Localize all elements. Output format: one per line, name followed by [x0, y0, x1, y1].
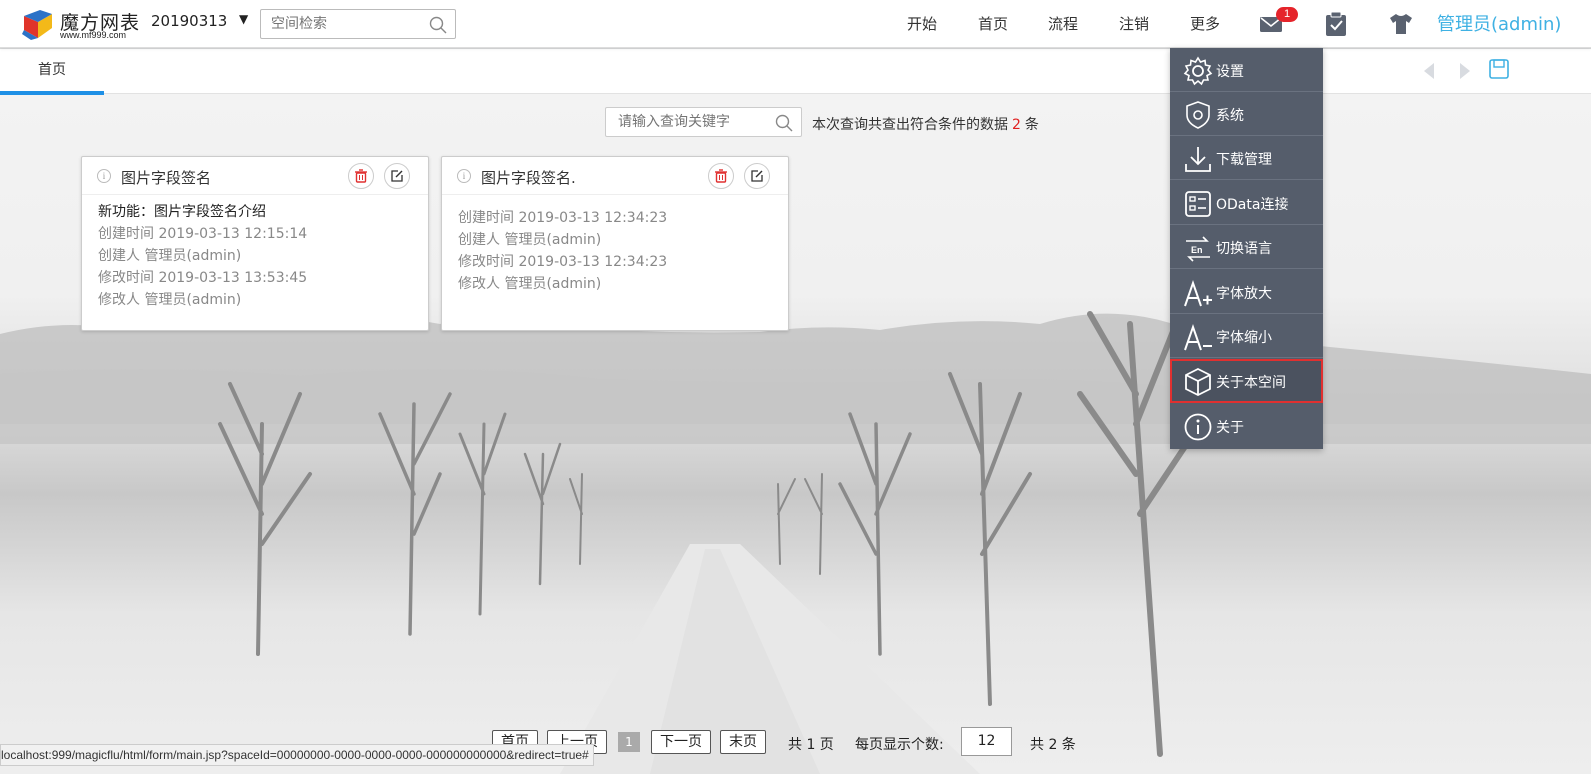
delete-button[interactable] — [348, 163, 374, 189]
clipboard-check-icon[interactable] — [1323, 11, 1349, 37]
user-menu[interactable]: 管理员(admin) — [1437, 10, 1561, 36]
menu-label-font-smaller: 字体缩小 — [1216, 330, 1272, 346]
per-page-label: 每页显示个数: — [855, 737, 944, 753]
info-icon[interactable]: i — [457, 169, 471, 183]
svg-text:En: En — [1191, 245, 1203, 255]
edit-button[interactable] — [384, 163, 410, 189]
save-icon[interactable] — [1489, 59, 1509, 79]
menu-label-about: 关于 — [1216, 420, 1244, 436]
tab-home[interactable]: 首页 — [0, 49, 104, 95]
card-body: 新功能：图片字段签名介绍 创建时间 2019-03-13 12:15:14 创建… — [98, 201, 307, 311]
top-header: 魔方网表 www.mf999.com 20190313 ▼ 开始 首页 流程 注… — [0, 0, 1591, 48]
menu-item-about-space[interactable]: 关于本空间 — [1170, 359, 1323, 403]
edit-button[interactable] — [744, 163, 770, 189]
menu-item-language[interactable]: En 切换语言 — [1170, 225, 1323, 269]
skin-tshirt-icon[interactable] — [1388, 11, 1414, 37]
font-decrease-icon — [1184, 323, 1212, 351]
menu-label-about-space: 关于本空间 — [1216, 375, 1286, 391]
total-items: 共 2 条 — [1030, 737, 1076, 753]
nav-start[interactable]: 开始 — [907, 13, 937, 34]
nav-logout[interactable]: 注销 — [1119, 13, 1149, 34]
tab-prev-icon[interactable] — [1420, 61, 1440, 81]
card-created-time: 创建时间 2019-03-13 12:34:23 — [458, 210, 668, 226]
menu-item-odata[interactable]: OData连接 — [1170, 181, 1323, 225]
query-input[interactable] — [606, 108, 766, 136]
card-modifier: 修改人 管理员(admin) — [98, 292, 242, 308]
brand-url: www.mf999.com — [60, 30, 127, 40]
menu-item-about[interactable]: 关于 — [1170, 404, 1323, 448]
cube-icon — [1185, 367, 1211, 397]
menu-item-settings[interactable]: 设置 — [1170, 48, 1323, 92]
form-card[interactable]: i 图片字段签名 新功能：图片字段签名介绍 创建时间 2019-03-13 12… — [81, 156, 429, 331]
menu-item-font-larger[interactable]: 字体放大 — [1170, 270, 1323, 314]
per-page-input[interactable]: 12 — [961, 727, 1012, 756]
nav-workflow[interactable]: 流程 — [1048, 13, 1078, 34]
card-modified-time: 修改时间 2019-03-13 13:53:45 — [98, 270, 308, 286]
info-icon[interactable]: i — [97, 169, 111, 183]
browser-status-url: localhost:999/magicflu/html/form/main.js… — [0, 744, 594, 766]
card-creator: 创建人 管理员(admin) — [98, 248, 242, 264]
card-modifier: 修改人 管理员(admin) — [458, 276, 602, 292]
query-result-text: 本次查询共查出符合条件的数据 2 条 — [812, 114, 1039, 134]
trash-icon — [355, 169, 367, 183]
current-page[interactable]: 1 — [618, 732, 640, 752]
space-selector[interactable]: 20190313 ▼ — [151, 12, 251, 34]
menu-label-downloads: 下载管理 — [1216, 152, 1272, 168]
menu-label-font-larger: 字体放大 — [1216, 286, 1272, 302]
font-increase-icon — [1184, 279, 1212, 307]
card-title[interactable]: 图片字段签名 — [121, 167, 211, 188]
language-switch-icon: En — [1186, 236, 1210, 262]
trash-icon — [715, 169, 727, 183]
menu-item-downloads[interactable]: 下载管理 — [1170, 136, 1323, 180]
chevron-down-icon: ▼ — [239, 12, 249, 26]
last-page-button[interactable]: 末页 — [720, 730, 766, 754]
active-tab-indicator — [0, 91, 104, 95]
result-count: 2 — [1012, 117, 1021, 133]
gear-icon — [1183, 56, 1213, 86]
nav-more[interactable]: 更多 — [1190, 13, 1220, 34]
logo-cube-icon — [22, 10, 52, 40]
card-creator: 创建人 管理员(admin) — [458, 232, 602, 248]
space-name: 20190313 — [151, 12, 228, 30]
query-search-box — [605, 107, 802, 137]
card-title[interactable]: 图片字段签名. — [481, 167, 576, 188]
info-icon — [1184, 413, 1212, 441]
menu-label-language: 切换语言 — [1216, 241, 1272, 257]
card-header: i 图片字段签名. — [442, 157, 788, 195]
card-header: i 图片字段签名 — [82, 157, 428, 195]
delete-button[interactable] — [708, 163, 734, 189]
menu-item-system[interactable]: 系统 — [1170, 92, 1323, 136]
menu-label-system: 系统 — [1216, 108, 1244, 124]
logo[interactable]: 魔方网表 www.mf999.com — [22, 6, 142, 42]
card-body: 创建时间 2019-03-13 12:34:23 创建人 管理员(admin) … — [458, 207, 667, 295]
tab-next-icon[interactable] — [1455, 61, 1475, 81]
edit-icon — [391, 170, 403, 182]
space-search-input[interactable] — [261, 10, 421, 38]
card-modified-time: 修改时间 2019-03-13 12:34:23 — [458, 254, 668, 270]
download-icon — [1185, 147, 1211, 172]
tab-home-label: 首页 — [38, 62, 66, 78]
space-search-box — [260, 9, 456, 39]
next-page-button[interactable]: 下一页 — [651, 730, 711, 754]
search-icon[interactable] — [429, 16, 447, 34]
tab-bar: 首页 — [0, 49, 1591, 95]
card-created-time: 创建时间 2019-03-13 12:15:14 — [98, 226, 308, 242]
odata-list-icon — [1185, 191, 1211, 217]
form-card[interactable]: i 图片字段签名. 创建时间 2019-03-13 12:34:23 创建人 管… — [441, 156, 789, 331]
menu-label-odata: OData连接 — [1216, 197, 1289, 213]
search-icon[interactable] — [775, 114, 793, 132]
menu-label-settings: 设置 — [1216, 64, 1244, 80]
mail-badge: 1 — [1276, 7, 1298, 22]
more-dropdown-menu: 设置 系统 下载管理 OData连接 En 切换语言 字体放大 字体缩小 关于本… — [1170, 48, 1323, 449]
menu-item-font-smaller[interactable]: 字体缩小 — [1170, 314, 1323, 358]
nav-home[interactable]: 首页 — [978, 13, 1008, 34]
total-pages: 共 1 页 — [788, 737, 834, 753]
result-prefix: 本次查询共查出符合条件的数据 — [812, 117, 1008, 133]
card-description: 新功能：图片字段签名介绍 — [98, 204, 266, 220]
shield-gear-icon — [1186, 101, 1210, 129]
result-suffix: 条 — [1024, 117, 1039, 133]
edit-icon — [751, 170, 763, 182]
